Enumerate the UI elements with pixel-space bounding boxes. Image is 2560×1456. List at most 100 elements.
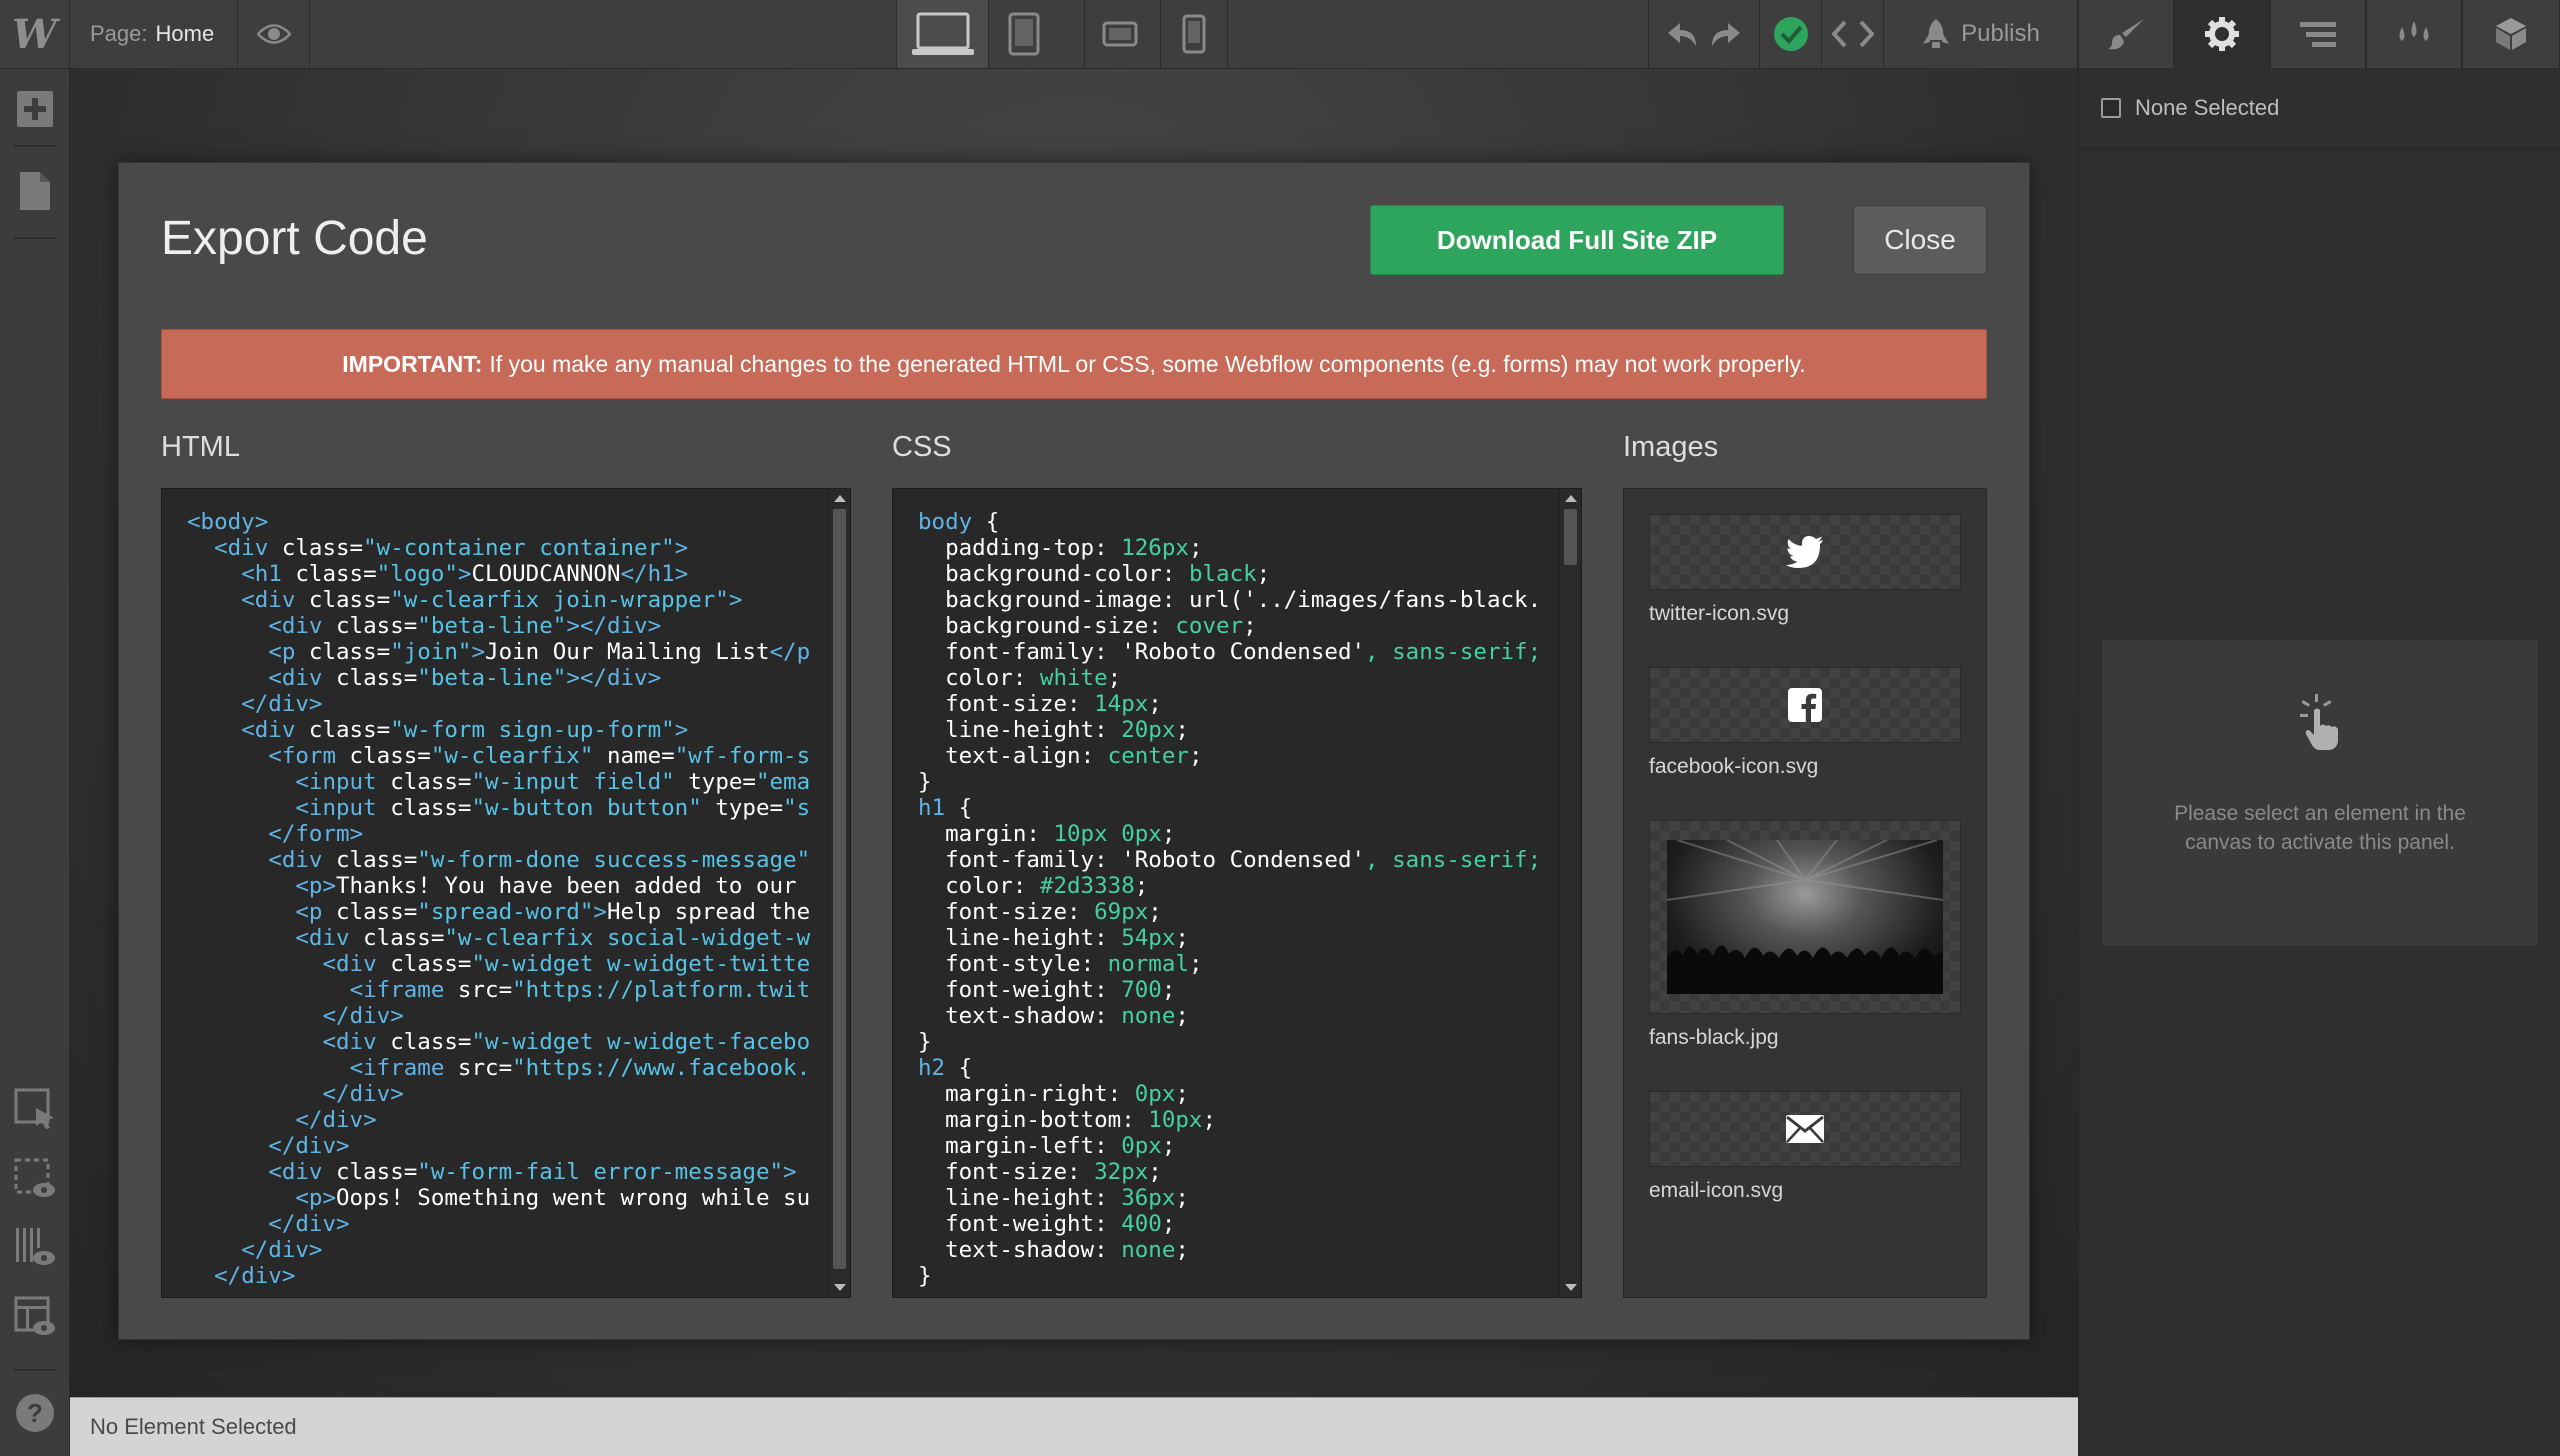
scroll-down-arrow[interactable] [834,1284,846,1291]
image-thumbnail[interactable] [1649,1091,1961,1167]
settings-panel-tab[interactable] [2174,0,2270,68]
email-icon [1786,1115,1824,1143]
export-code-button[interactable] [1822,0,1884,68]
scroll-up-arrow[interactable] [1565,495,1577,502]
scroll-thumb[interactable] [1564,509,1577,565]
html-code-line: <body> [187,509,269,535]
selection-checkbox-row[interactable]: None Selected [2101,95,2279,121]
css-code-line: font-family: 'Roboto Condensed', sans-se… [945,847,1542,873]
html-code-line: </div> [268,1133,350,1159]
html-code-view[interactable]: <body> <div class="w-container container… [162,509,822,1289]
x-ray-tool[interactable] [13,1225,57,1269]
history-controls [1648,0,1760,68]
html-code-line: <input class="w-input field" type="ema [295,769,811,795]
images-section-label: Images [1623,431,1719,463]
modal-title: Export Code [161,212,428,265]
webflow-logo[interactable]: W [0,0,70,68]
css-code-line: font-style: normal; [945,951,1203,977]
selection-checkbox[interactable] [2101,98,2121,118]
gear-icon [2205,17,2239,51]
preview-layout-tool[interactable] [13,1295,57,1339]
desktop-icon [911,12,974,55]
publish-button[interactable]: Publish [1884,0,2078,68]
left-toolbar: ? [0,69,70,1456]
scroll-down-arrow[interactable] [1565,1284,1577,1291]
warning-strong: IMPORTANT: [342,350,483,377]
add-element-button[interactable] [13,87,57,131]
preview-layout-icon [14,1296,55,1335]
redo-icon[interactable] [1706,20,1742,48]
download-zip-button[interactable]: Download Full Site ZIP [1370,205,1784,275]
html-code-panel[interactable]: <body> <div class="w-container container… [161,488,851,1298]
pages-icon [20,172,50,210]
device-landscape-button[interactable] [1084,0,1154,68]
image-thumbnail[interactable] [1649,820,1961,1014]
help-button[interactable]: ? [13,1391,57,1435]
top-toolbar: W Page: Home Publish [0,0,2560,69]
preview-button[interactable] [238,0,310,68]
html-code-line: <input class="w-button button" type="s [295,795,811,821]
eye-icon [256,24,291,44]
selection-label: None Selected [2135,95,2280,120]
css-code-line: margin: 10px 0px; [945,821,1176,847]
html-scrollbar[interactable] [828,489,850,1297]
concert-photo [1667,840,1943,994]
html-code-line: </div> [214,1263,296,1289]
device-phone-button[interactable] [1160,0,1228,68]
css-code-line: color: #2d3338; [945,873,1149,899]
export-code-modal: Export Code Download Full Site ZIP Close… [118,162,2030,1340]
device-tablet-button[interactable] [988,0,1058,68]
html-code-line: <p>Oops! Something went wrong while su [295,1185,811,1211]
navigator-icon [2300,22,2336,47]
css-code-line: line-height: 36px; [945,1185,1189,1211]
css-code-line: line-height: 54px; [945,925,1189,951]
html-code-line: <div class="beta-line"></div> [268,665,662,691]
page-label: Page: [90,21,148,46]
cube-icon [2496,18,2526,50]
image-thumbnail[interactable] [1649,667,1961,743]
show-padding-tool[interactable] [13,1157,57,1201]
style-panel-tab[interactable] [2078,0,2174,68]
close-button[interactable]: Close [1853,205,1987,275]
html-code-line: <div class="w-clearfix join-wrapper"> [241,587,743,613]
html-code-line: <div class="w-form-fail error-message"> [268,1159,797,1185]
css-scrollbar[interactable] [1559,489,1581,1297]
image-filename: facebook-icon.svg [1649,755,1819,778]
selection-status: No Element Selected [90,1414,297,1439]
css-code-panel[interactable]: body { padding-top: 126px; background-co… [892,488,1582,1298]
pages-button[interactable] [13,169,57,213]
html-code-line: <div class="w-clearfix social-widget-w [295,925,811,951]
html-code-line: <form class="w-clearfix" name="wf-form-s [268,743,811,769]
publish-label: Publish [1961,20,2040,47]
css-code-view[interactable]: body { padding-top: 126px; background-co… [893,509,1553,1289]
html-code-line: <div class="w-form sign-up-form"> [241,717,689,743]
html-code-line: <div class="beta-line"></div> [268,613,662,639]
css-code-line: margin-bottom: 10px; [945,1107,1217,1133]
facebook-icon [1788,688,1822,722]
select-element-tool[interactable] [13,1087,57,1131]
status-bar: No Element Selected [70,1397,2078,1456]
tablet-icon [1008,12,1039,56]
add-icon [17,91,53,127]
select-box-icon [14,1088,54,1129]
navigator-panel-tab[interactable] [2270,0,2366,68]
undo-icon[interactable] [1666,20,1702,48]
scroll-thumb[interactable] [833,509,846,1269]
css-code-line: font-weight: 700; [945,977,1176,1003]
css-code-line: h2 { [918,1055,973,1081]
device-desktop-button[interactable] [896,0,988,68]
css-section-label: CSS [892,431,952,463]
phone-icon [1182,14,1206,54]
css-code-line: } [918,769,932,795]
interactions-panel-tab[interactable] [2366,0,2462,68]
css-code-line: h1 { [918,795,973,821]
page-selector[interactable]: Page: Home [70,0,238,68]
image-thumbnail[interactable] [1649,514,1961,590]
save-status[interactable] [1760,0,1822,68]
html-code-line: <p class="join">Join Our Mailing List</p [268,639,811,665]
scroll-up-arrow[interactable] [834,495,846,502]
assets-panel-tab[interactable] [2462,0,2560,68]
image-filename: fans-black.jpg [1649,1026,1779,1049]
css-code-line: text-shadow: none; [945,1237,1189,1263]
twitter-icon [1786,536,1823,568]
